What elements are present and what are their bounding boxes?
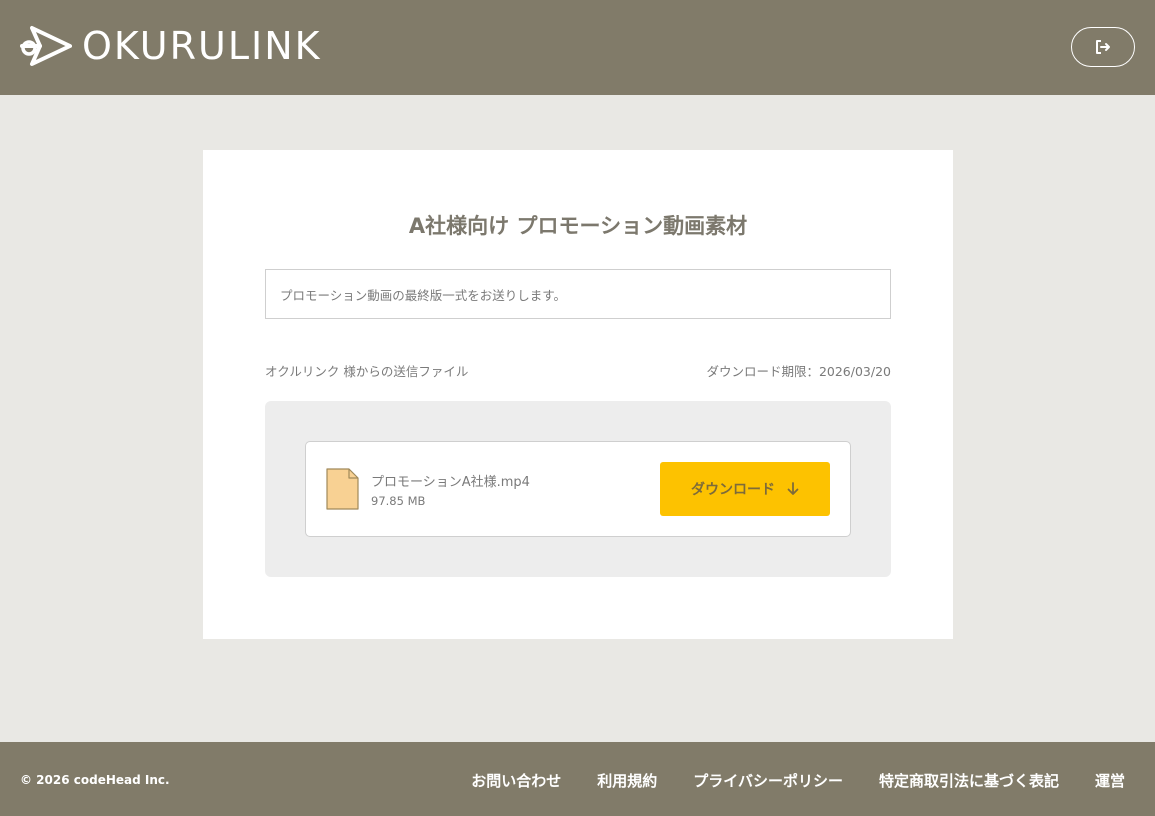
footer-nav: お問い合わせ 利用規約 プライバシーポリシー 特定商取引法に基づく表記 運営 [471,770,1125,791]
footer-link-operator[interactable]: 運営 [1095,770,1125,791]
file-list-area: プロモーションA社様.mp4 97.85 MB ダウンロード [265,401,891,577]
arrow-down-icon [787,482,799,496]
site-footer: © 2026 codeHead Inc. お問い合わせ 利用規約 プライバシーポ… [0,742,1155,816]
file-size: 97.85 MB [371,494,426,508]
download-button-label: ダウンロード [691,482,775,498]
sign-out-icon [1096,40,1110,54]
download-deadline: ダウンロード期限：2026/03/20 [706,364,891,379]
logo[interactable]: OKURULINK [20,24,322,68]
footer-link-contact[interactable]: お問い合わせ [471,770,561,791]
transfer-card: A社様向け プロモーション動画素材 プロモーション動画の最終版一式をお送りします… [203,150,953,639]
logo-text: OKURULINK [82,24,322,68]
download-button[interactable]: ダウンロード [660,462,830,516]
copyright: © 2026 codeHead Inc. [20,773,170,787]
sender-label: オクルリンク 様からの送信ファイル [265,364,469,379]
okurulink-logo-mark-icon [20,26,72,66]
file-icon [326,468,359,510]
message-box: プロモーション動画の最終版一式をお送りします。 [265,269,891,319]
message-text: プロモーション動画の最終版一式をお送りします。 [280,287,567,303]
footer-link-privacy[interactable]: プライバシーポリシー [693,770,843,791]
logout-button[interactable] [1071,27,1135,67]
main-content: A社様向け プロモーション動画素材 プロモーション動画の最終版一式をお送りします… [0,95,1155,742]
file-name: プロモーションA社様.mp4 [371,475,530,490]
footer-link-commerce[interactable]: 特定商取引法に基づく表記 [879,770,1059,791]
page-title: A社様向け プロモーション動画素材 [408,214,748,238]
site-header: OKURULINK [0,0,1155,95]
file-item: プロモーションA社様.mp4 97.85 MB ダウンロード [305,441,851,537]
footer-link-terms[interactable]: 利用規約 [597,770,657,791]
